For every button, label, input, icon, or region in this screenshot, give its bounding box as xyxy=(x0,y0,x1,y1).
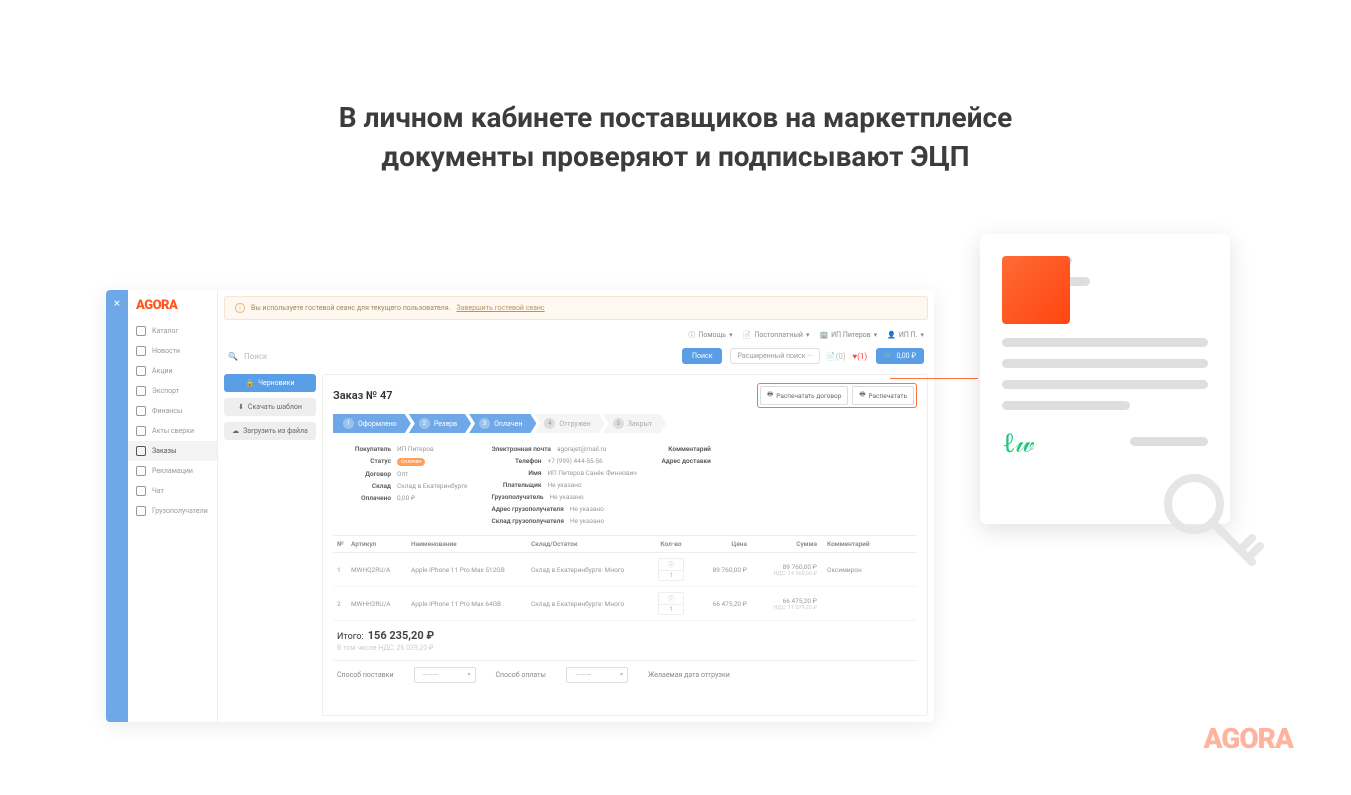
payment-select[interactable]: ——— xyxy=(566,667,628,683)
cart-button[interactable]: 🛒 0,00 ₽ xyxy=(876,348,924,364)
step-1[interactable]: 2Резерв xyxy=(409,414,471,433)
nav-icon xyxy=(136,406,146,416)
app-window: × AGORA КаталогНовостиАкцииЭкспортФинанс… xyxy=(106,290,934,722)
step-0[interactable]: 1Оформлено xyxy=(333,414,411,433)
nav-icon xyxy=(136,486,146,496)
signature-icon: ℓ𝓌 xyxy=(1002,428,1035,460)
step-2[interactable]: 3Оплачен xyxy=(469,414,536,433)
order-steps: 1Оформлено2Резерв3Оплачен4Отгружен5Закры… xyxy=(333,414,917,433)
download-template-button[interactable]: ⬇ Скачать шаблон xyxy=(224,398,316,416)
order-title: Заказ № 47 xyxy=(333,389,393,402)
nav-icon xyxy=(136,366,146,376)
nav-icon xyxy=(136,386,146,396)
nav-item-7[interactable]: Рекламации xyxy=(128,461,217,481)
nav-icon xyxy=(136,466,146,476)
order-total: 156 235,20 ₽ xyxy=(368,629,434,642)
close-button[interactable]: × xyxy=(106,290,128,722)
nav-icon xyxy=(136,446,146,456)
upload-file-button[interactable]: ☁ Загрузить из файла xyxy=(224,422,316,440)
nav-item-5[interactable]: Акты сверки xyxy=(128,421,217,441)
search-input[interactable]: 🔍 Поиск xyxy=(228,352,674,361)
print-button[interactable]: 🖶 Распечатать xyxy=(852,386,914,405)
delivery-select[interactable]: ——— xyxy=(414,667,476,683)
order-panel: Заказ № 47 🖶 Распечатать договор 🖶 Распе… xyxy=(322,374,928,716)
callout-line xyxy=(890,378,978,379)
nav-item-9[interactable]: Грузополучатели xyxy=(128,501,217,521)
table-row: 2MWHH2RU/AApple iPhone 11 Pro Max 64GBСк… xyxy=(333,587,917,621)
nav-item-8[interactable]: Чат xyxy=(128,481,217,501)
nav-icon xyxy=(136,326,146,336)
advanced-search[interactable]: Расширенный поиск ··· xyxy=(730,348,819,364)
user-menu[interactable]: 👤 ИП П. ▾ xyxy=(887,331,924,339)
topbar: ⓘ Помощь ▾ 📄 Постоплатный ▾ 🏢 ИП Питеров… xyxy=(218,326,934,344)
step-4[interactable]: 5Закрыт xyxy=(603,414,666,433)
nav-item-0[interactable]: Каталог xyxy=(128,321,217,341)
nav-icon xyxy=(136,346,146,356)
payment-mode[interactable]: 📄 Постоплатный ▾ xyxy=(743,331,810,339)
drafts-button[interactable]: 🔒 Черновики xyxy=(224,374,316,392)
alert-banner: i Вы используете гостевой сеанс для теку… xyxy=(224,296,928,320)
search-icon: 🔍 xyxy=(228,352,238,361)
order-details: ПокупательИП ПитеровСтатусОплаченДоговор… xyxy=(333,441,917,535)
nav-icon xyxy=(136,426,146,436)
page-headline: В личном кабинете поставщиков на маркетп… xyxy=(10,98,1341,176)
info-icon: i xyxy=(235,303,245,313)
company-selector[interactable]: 🏢 ИП Питеров ▾ xyxy=(819,331,877,339)
vat-total: В том числе НДС: 26 039,20 ₽ xyxy=(333,644,917,660)
table-row: 1MWHQ2RU/AApple iPhone 11 Pro Max 512GBС… xyxy=(333,553,917,587)
brand-watermark: AGORA xyxy=(1203,722,1293,755)
key-icon xyxy=(1154,464,1274,584)
logo: AGORA xyxy=(128,296,217,321)
nav-item-1[interactable]: Новости xyxy=(128,341,217,361)
order-items-table: №АртикулНаименованиеСклад/ОстатокКол-воЦ… xyxy=(333,535,917,621)
docs-icon[interactable]: 📄 (0) xyxy=(828,350,844,362)
nav-item-3[interactable]: Экспорт xyxy=(128,381,217,401)
doc-logo-square xyxy=(1002,256,1070,324)
nav-item-6[interactable]: Заказы xyxy=(128,441,217,461)
nav-icon xyxy=(136,506,146,516)
nav-item-4[interactable]: Финансы xyxy=(128,401,217,421)
help-link[interactable]: ⓘ Помощь ▾ xyxy=(688,330,732,340)
print-contract-button[interactable]: 🖶 Распечатать договор xyxy=(760,386,848,405)
favorites-icon[interactable]: ♥ (1) xyxy=(852,350,868,362)
qty-stepper[interactable]: ⓘ1 xyxy=(658,558,684,581)
print-actions: 🖶 Распечатать договор 🖶 Распечатать xyxy=(757,383,917,408)
sidebar: AGORA КаталогНовостиАкцииЭкспортФинансыА… xyxy=(128,290,218,722)
step-3[interactable]: 4Отгружен xyxy=(534,414,604,433)
search-button[interactable]: Поиск xyxy=(682,348,722,364)
nav-item-2[interactable]: Акции xyxy=(128,361,217,381)
qty-stepper[interactable]: ⓘ1 xyxy=(658,592,684,615)
alert-link[interactable]: Завершить гостевой сеанс xyxy=(456,304,544,312)
